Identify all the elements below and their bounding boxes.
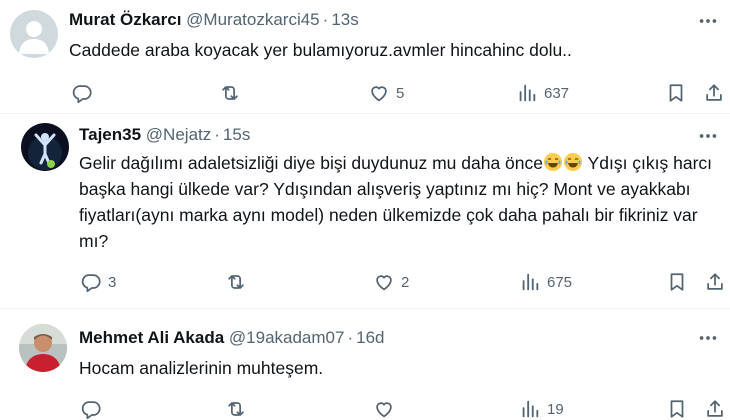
tweet-2[interactable]: Tajen35 @Nejatz · 15s Gelir dağılımı adale… bbox=[0, 114, 730, 308]
figure-photo-icon bbox=[21, 123, 69, 171]
avatar[interactable] bbox=[10, 10, 58, 58]
author-handle[interactable]: @Muratozkarci45 bbox=[186, 10, 319, 29]
joy-emoji-icon bbox=[543, 152, 563, 172]
repost-button[interactable] bbox=[219, 80, 247, 106]
views-button[interactable]: 637 bbox=[516, 80, 569, 106]
repost-icon bbox=[222, 86, 238, 100]
share-button[interactable] bbox=[704, 396, 726, 420]
share-icon bbox=[706, 84, 722, 101]
like-count: 5 bbox=[396, 84, 405, 102]
views-count: 637 bbox=[544, 84, 570, 102]
reply-icon bbox=[81, 274, 101, 293]
avatar[interactable] bbox=[19, 324, 67, 372]
more-options-button[interactable] bbox=[696, 125, 720, 147]
repost-button[interactable] bbox=[225, 269, 253, 295]
like-button[interactable]: 2 bbox=[373, 269, 409, 295]
tweet-header: Murat Özkarcı @Muratozkarci45 · 13s bbox=[69, 9, 359, 31]
separator-dot: · bbox=[214, 125, 220, 144]
tweet-1[interactable]: Murat Özkarcı @Muratozkarci45 · 13s Cadded… bbox=[0, 0, 730, 113]
tweet-actions: 3 2 675 bbox=[0, 269, 730, 295]
tweet-text: Caddede araba koyacak yer bulamıyoruz.av… bbox=[69, 40, 572, 60]
like-button[interactable]: 5 bbox=[368, 80, 404, 106]
tweet-header: Mehmet Ali Akada @19akadam07 · 16d bbox=[79, 327, 385, 349]
views-chart-icon bbox=[522, 273, 539, 291]
person-photo-icon bbox=[19, 324, 67, 372]
author-name[interactable]: Mehmet Ali Akada bbox=[79, 328, 224, 347]
share-button[interactable] bbox=[704, 269, 726, 295]
views-chart-icon bbox=[519, 84, 536, 102]
bookmark-icon bbox=[669, 84, 683, 102]
more-options-button[interactable] bbox=[696, 10, 720, 32]
tweet-time[interactable]: 13s bbox=[331, 10, 358, 29]
repost-button[interactable] bbox=[225, 396, 253, 420]
share-icon bbox=[707, 400, 723, 417]
like-button[interactable] bbox=[373, 396, 401, 420]
views-chart-icon bbox=[522, 400, 539, 418]
share-icon bbox=[707, 273, 723, 290]
views-button[interactable]: 19 bbox=[519, 396, 564, 420]
author-name[interactable]: Murat Özkarcı bbox=[69, 10, 181, 29]
bookmark-icon bbox=[670, 273, 684, 291]
more-options-button[interactable] bbox=[696, 327, 720, 349]
bookmark-button[interactable] bbox=[666, 269, 688, 295]
separator-dot: · bbox=[347, 328, 354, 347]
reply-count: 3 bbox=[108, 273, 117, 291]
reply-button[interactable]: 3 bbox=[80, 269, 116, 295]
author-handle[interactable]: @Nejatz bbox=[146, 125, 211, 144]
tweet-time[interactable]: 15s bbox=[223, 125, 250, 144]
avatar[interactable] bbox=[21, 123, 69, 171]
tweet-text: Hocam analizlerinin muhteşem. bbox=[79, 358, 324, 378]
views-count: 19 bbox=[547, 400, 564, 418]
views-button[interactable]: 675 bbox=[519, 269, 572, 295]
tweet-text: Gelir dağılımı adaletsizliği diye bişi d… bbox=[79, 150, 720, 254]
reply-icon bbox=[72, 85, 92, 104]
author-handle[interactable]: @19akadam07 bbox=[229, 328, 345, 347]
bookmark-icon bbox=[670, 400, 684, 418]
author-name[interactable]: Tajen35 bbox=[79, 125, 141, 144]
like-count: 2 bbox=[401, 273, 410, 291]
tweet-header: Tajen35 @Nejatz · 15s bbox=[79, 124, 250, 146]
share-button[interactable] bbox=[703, 80, 725, 106]
reply-button[interactable] bbox=[71, 80, 99, 106]
more-dots-icon bbox=[699, 19, 717, 23]
tweet-3[interactable]: Mehmet Ali Akada @19akadam07 · 16d Hocam a… bbox=[0, 309, 730, 420]
more-dots-icon bbox=[699, 134, 717, 138]
bookmark-button[interactable] bbox=[665, 80, 687, 106]
joy-emoji-icon bbox=[563, 152, 583, 172]
tweet-actions: 19 bbox=[0, 396, 730, 420]
heart-icon bbox=[376, 275, 392, 291]
views-count: 675 bbox=[547, 273, 573, 291]
reply-icon bbox=[81, 401, 101, 420]
repost-icon bbox=[228, 275, 244, 289]
heart-icon bbox=[376, 402, 392, 418]
tweet-text-part1: Gelir dağılımı adaletsizliği diye bişi d… bbox=[79, 153, 544, 173]
repost-icon bbox=[228, 402, 244, 416]
more-dots-icon bbox=[699, 336, 717, 340]
tweet-actions: 5 637 bbox=[0, 80, 730, 106]
bookmark-button[interactable] bbox=[666, 396, 688, 420]
tweet-time[interactable]: 16d bbox=[356, 328, 384, 347]
default-avatar-icon bbox=[10, 10, 58, 58]
separator-dot: · bbox=[322, 10, 329, 29]
reply-button[interactable] bbox=[80, 396, 108, 420]
heart-icon bbox=[371, 86, 387, 102]
